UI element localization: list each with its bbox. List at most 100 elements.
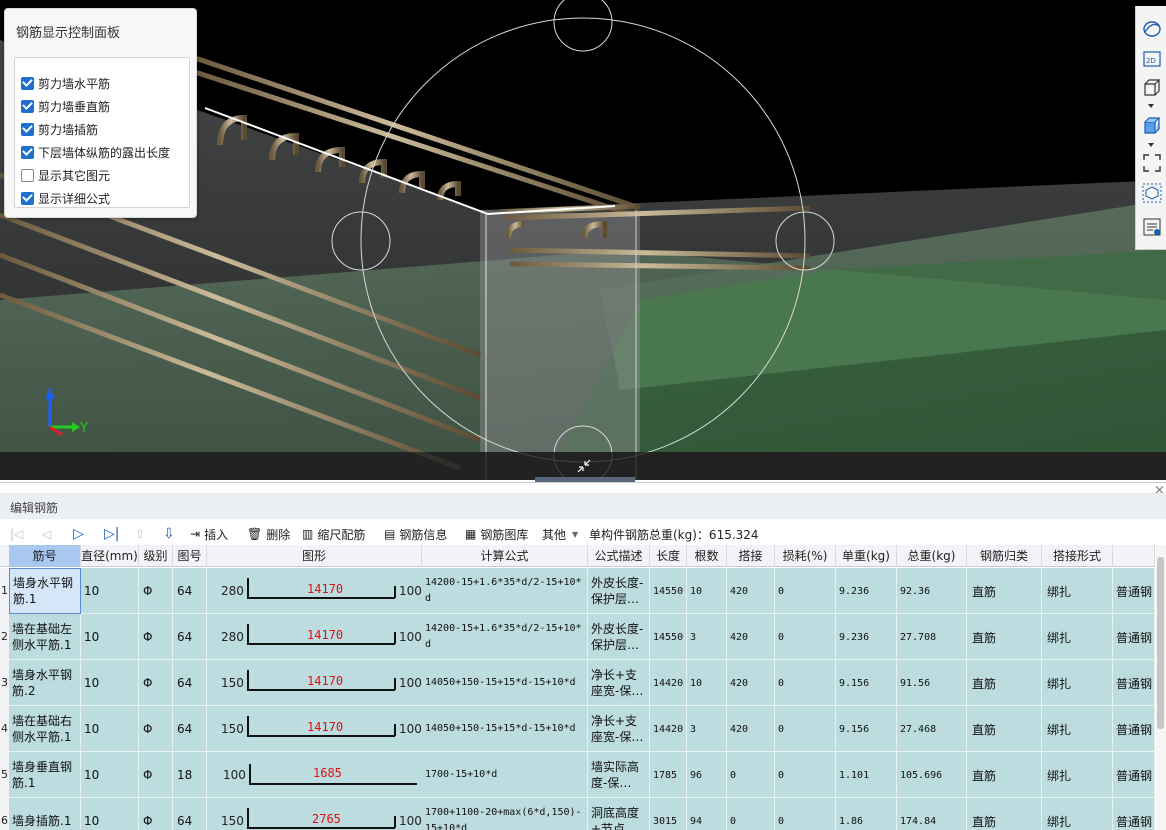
- cell-diameter[interactable]: 10: [81, 752, 139, 798]
- cell-total-weight[interactable]: 105.696: [897, 752, 967, 798]
- cell-fig-no[interactable]: 18: [173, 752, 207, 798]
- cell-length[interactable]: 14550: [650, 568, 687, 614]
- cell-unit-weight[interactable]: 9.236: [836, 614, 897, 660]
- 2d-view-icon[interactable]: 2D: [1141, 48, 1163, 70]
- chevron-down-icon[interactable]: [1148, 143, 1154, 147]
- cell-unit-weight[interactable]: 9.156: [836, 660, 897, 706]
- cell-fig-no[interactable]: 64: [173, 660, 207, 706]
- cell-lap-type[interactable]: 绑扎: [1042, 706, 1113, 752]
- table-row[interactable]: 5 墙身垂直钢筋.1 10 Φ 18 100 1685 1700-15+10*d…: [0, 752, 1155, 798]
- cell-lap-type[interactable]: 绑扎: [1042, 798, 1113, 830]
- cell-extra[interactable]: 普通钢: [1113, 706, 1155, 752]
- col-header-diameter[interactable]: 直径(mm): [81, 545, 139, 567]
- cell-formula-desc[interactable]: 洞底高度+节点…: [588, 798, 650, 830]
- cell-diameter[interactable]: 10: [81, 614, 139, 660]
- table-row[interactable]: 2 墙在基础左侧水平筋.1 10 Φ 64 280 14170 100 1420…: [0, 614, 1155, 660]
- checkbox-icon[interactable]: [21, 76, 34, 90]
- cell-total-weight[interactable]: 174.84: [897, 798, 967, 830]
- cell-grade[interactable]: Φ: [139, 568, 173, 614]
- col-header-count[interactable]: 根数: [687, 545, 727, 567]
- cell-lap-type[interactable]: 绑扎: [1042, 660, 1113, 706]
- cell-bar-no[interactable]: 墙在基础左侧水平筋.1: [9, 614, 81, 660]
- cell-lap[interactable]: 420: [727, 568, 775, 614]
- cell-count[interactable]: 10: [687, 568, 727, 614]
- cell-formula-desc[interactable]: 净长+支座宽-保…: [588, 706, 650, 752]
- zoom-fit-icon[interactable]: [1141, 152, 1163, 174]
- cell-loss[interactable]: 0: [775, 798, 836, 830]
- col-header-fig-no[interactable]: 图号: [173, 545, 207, 567]
- cell-shape[interactable]: 150 14170 100: [207, 660, 422, 706]
- cell-category[interactable]: 直筋: [967, 798, 1042, 830]
- scroll-thumb[interactable]: [1157, 557, 1164, 729]
- option-lower-wall-exposed-length[interactable]: 下层墙体纵筋的露出长度: [21, 143, 170, 161]
- option-show-other-elements[interactable]: 显示其它图元: [21, 166, 110, 184]
- cell-lap-type[interactable]: 绑扎: [1042, 752, 1113, 798]
- 3d-box-blue-icon[interactable]: [1141, 114, 1163, 136]
- cell-bar-no[interactable]: 墙身插筋.1: [9, 798, 81, 830]
- rebar-info-button[interactable]: ▤ 钢筋信息: [384, 525, 447, 543]
- cell-formula-desc[interactable]: 外皮长度-保护层…: [588, 614, 650, 660]
- col-header-unit-weight[interactable]: 单重(kg): [836, 545, 897, 567]
- move-up-icon[interactable]: ⇧: [135, 525, 145, 543]
- checkbox-icon[interactable]: [21, 122, 34, 136]
- cell-unit-weight[interactable]: 9.236: [836, 568, 897, 614]
- col-header-shape[interactable]: 图形: [207, 545, 422, 567]
- col-header-extra[interactable]: [1113, 545, 1155, 567]
- cell-unit-weight[interactable]: 1.86: [836, 798, 897, 830]
- option-wall-vertical-rebar[interactable]: 剪力墙垂直筋: [21, 97, 110, 115]
- col-header-grade[interactable]: 级别: [139, 545, 173, 567]
- 3d-box-icon[interactable]: [1141, 76, 1163, 98]
- cell-count[interactable]: 3: [687, 706, 727, 752]
- cell-diameter[interactable]: 10: [81, 798, 139, 830]
- vertical-scrollbar[interactable]: [1156, 545, 1166, 830]
- cell-category[interactable]: 直筋: [967, 614, 1042, 660]
- cell-category[interactable]: 直筋: [967, 706, 1042, 752]
- cell-extra[interactable]: 普通钢: [1113, 752, 1155, 798]
- move-down-icon[interactable]: ⇩: [163, 525, 175, 543]
- cell-unit-weight[interactable]: 1.101: [836, 752, 897, 798]
- chevron-down-icon[interactable]: [1148, 104, 1154, 108]
- cell-lap[interactable]: 0: [727, 752, 775, 798]
- cell-count[interactable]: 10: [687, 660, 727, 706]
- cell-bar-no[interactable]: 墙身垂直钢筋.1: [9, 752, 81, 798]
- other-dropdown[interactable]: 其他 ▼: [542, 525, 578, 543]
- cell-fig-no[interactable]: 64: [173, 614, 207, 660]
- col-header-bar-no[interactable]: 筋号: [9, 545, 81, 567]
- 3d-viewport[interactable]: 钢筋显示控制面板 剪力墙水平筋 剪力墙垂直筋 剪力墙插筋 下层墙体纵筋的露出长度…: [0, 0, 1166, 480]
- cell-lap[interactable]: 420: [727, 614, 775, 660]
- cell-grade[interactable]: Φ: [139, 752, 173, 798]
- prev-record-icon[interactable]: ◁: [42, 525, 51, 543]
- cell-shape[interactable]: 150 14170 100: [207, 706, 422, 752]
- cell-extra[interactable]: 普通钢: [1113, 568, 1155, 614]
- cell-shape[interactable]: 280 14170 100: [207, 614, 422, 660]
- checkbox-icon[interactable]: [21, 145, 34, 159]
- col-header-category[interactable]: 钢筋归类: [967, 545, 1042, 567]
- cell-lap-type[interactable]: 绑扎: [1042, 614, 1113, 660]
- insert-button[interactable]: ⇥ 插入: [190, 525, 228, 543]
- cell-shape[interactable]: 100 1685: [207, 752, 422, 798]
- cell-formula[interactable]: 14050+150-15+15*d-15+10*d: [422, 706, 588, 752]
- cell-bar-no[interactable]: 墙身水平钢筋.1: [9, 568, 81, 614]
- cell-fig-no[interactable]: 64: [173, 798, 207, 830]
- col-header-formula-desc[interactable]: 公式描述: [588, 545, 650, 567]
- cell-formula-desc[interactable]: 外皮长度-保护层…: [588, 568, 650, 614]
- cell-loss[interactable]: 0: [775, 614, 836, 660]
- cell-length[interactable]: 14550: [650, 614, 687, 660]
- cell-lap[interactable]: 420: [727, 706, 775, 752]
- cell-diameter[interactable]: 10: [81, 568, 139, 614]
- cell-lap-type[interactable]: 绑扎: [1042, 568, 1113, 614]
- col-header-lap-type[interactable]: 搭接形式: [1042, 545, 1113, 567]
- cell-lap[interactable]: 0: [727, 798, 775, 830]
- rebar-library-button[interactable]: ▦ 钢筋图库: [465, 525, 528, 543]
- option-wall-horizontal-rebar[interactable]: 剪力墙水平筋: [21, 74, 110, 92]
- cell-lap[interactable]: 420: [727, 660, 775, 706]
- cell-diameter[interactable]: 10: [81, 660, 139, 706]
- cell-formula-desc[interactable]: 墙实际高度-保…: [588, 752, 650, 798]
- checkbox-icon[interactable]: [21, 99, 34, 113]
- col-header-lap[interactable]: 搭接: [727, 545, 775, 567]
- delete-button[interactable]: 🗑 删除: [247, 525, 290, 543]
- cell-bar-no[interactable]: 墙在基础右侧水平筋.1: [9, 706, 81, 752]
- cell-formula[interactable]: 14050+150-15+15*d-15+10*d: [422, 660, 588, 706]
- cell-extra[interactable]: 普通钢: [1113, 660, 1155, 706]
- rebar-list-icon[interactable]: [1141, 216, 1163, 238]
